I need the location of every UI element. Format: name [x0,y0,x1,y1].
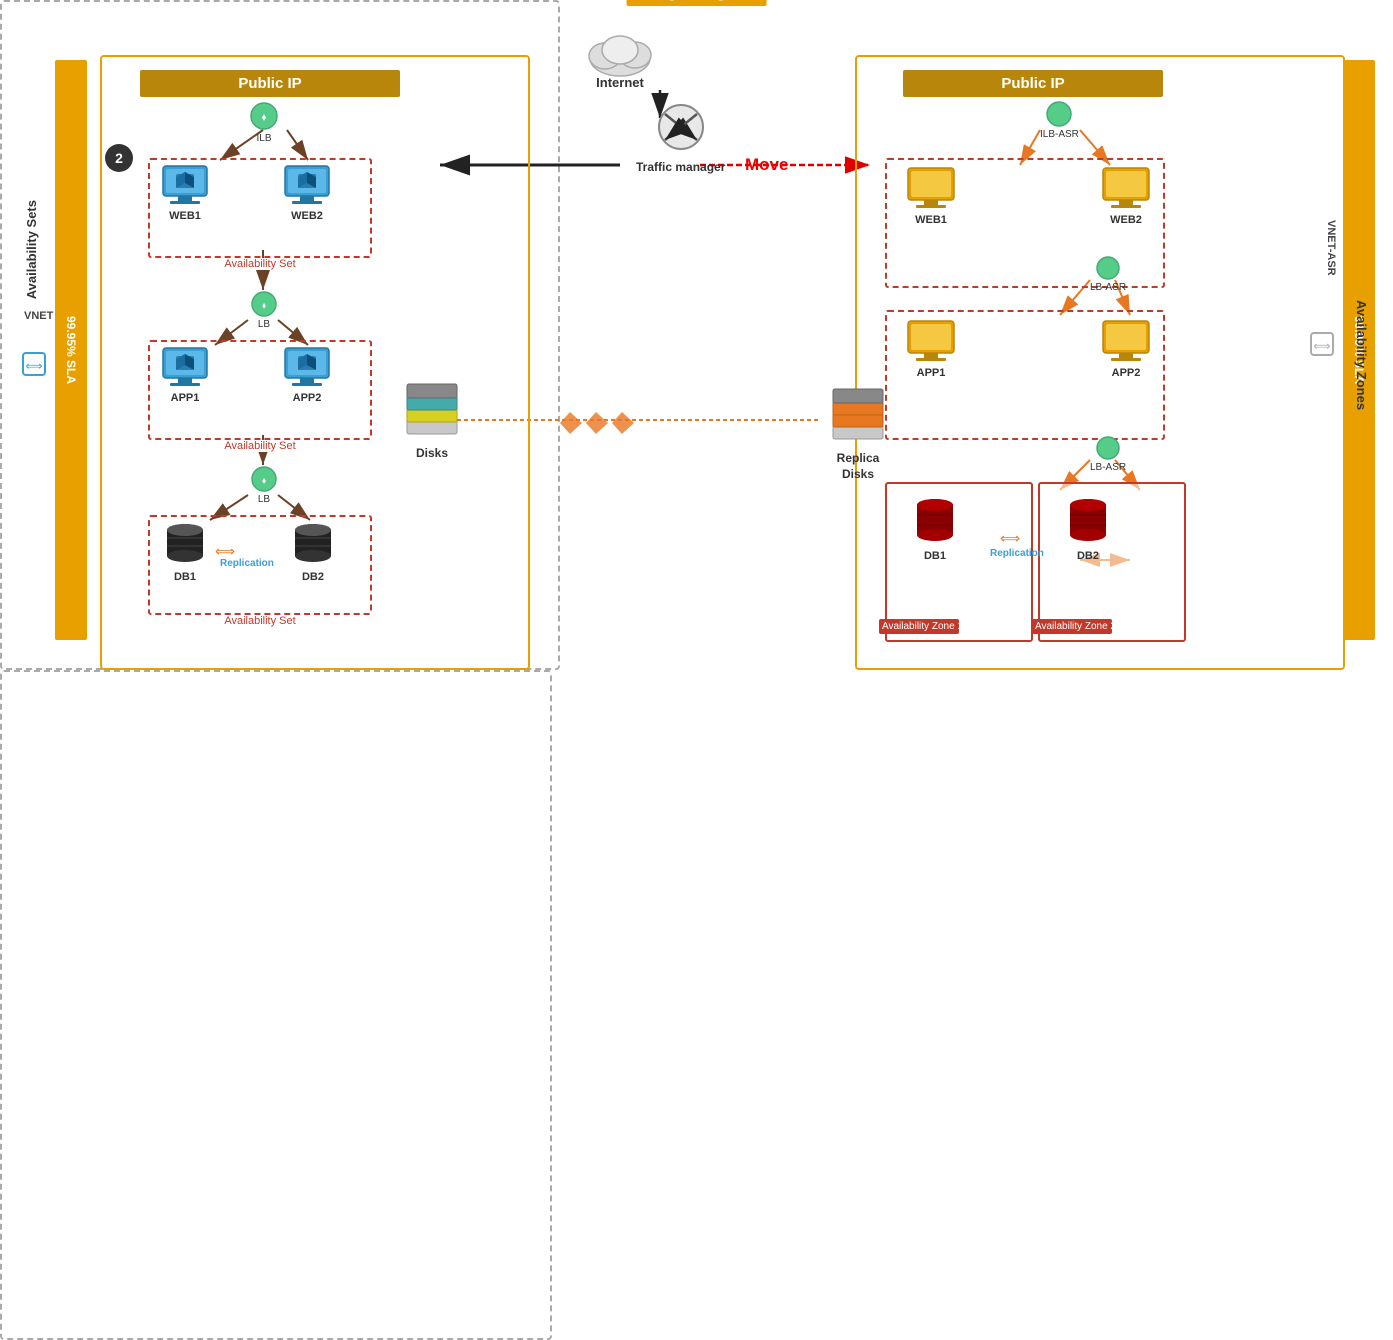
source-avail-sets-label: Availability Sets [24,200,39,299]
source-db1-node: DB1 [162,520,208,583]
target-avail-zones-label: Availability Zones [1354,300,1369,410]
svg-text:⬧: ⬧ [261,476,266,485]
target-replication-arrows: ⟺ [1000,530,1020,547]
source-lb2-label: LB [245,494,283,505]
replica-disks: ReplicaDisks [828,385,888,482]
source-public-ip-bar: Public IP [140,70,400,97]
traffic-manager-group: Traffic manager [636,100,725,174]
target-web2-label: WEB2 [1100,214,1152,226]
source-web-avail-set-label: Availability Set [221,258,298,270]
replica-disks-label: ReplicaDisks [828,451,888,482]
target-lb-asr-app-badge: LB-ASR [1090,435,1126,473]
target-app2-label: APP2 [1100,367,1152,379]
target-app1-node: APP1 [905,318,957,379]
target-avail-zone-1-label: Availability Zone 1 [879,619,959,634]
target-vnet-asr-label: VNET-ASR [1325,220,1337,276]
target-replication-label: Replication [990,548,1044,559]
target-app1-label: APP1 [905,367,957,379]
source-web2-node: WEB2 [282,163,332,222]
target-web1-label: WEB1 [905,214,957,226]
source-lb1-badge: ⬧ LB [245,290,283,330]
target-db2-label: DB2 [1065,550,1111,562]
source-web1-node: WEB1 [160,163,210,222]
source-vnet-label: VNET [24,310,53,322]
replication-chevrons [560,412,634,434]
source-db2-node: DB2 [290,520,336,583]
target-public-ip-bar: Public IP [903,70,1163,97]
diagram-container: Source Region Public IP 2 ⬧ ILB Availabi… [0,0,1393,727]
target-avail-zone-2-label: Availability Zone 2 [1032,619,1112,634]
source-app2-node: APP2 [282,345,332,404]
svg-text:⟺: ⟺ [25,359,42,373]
target-lb-asr-web-label: LB-ASR [1090,282,1126,293]
target-ilb-asr-badge: ILB-ASR [1040,100,1079,140]
source-db-avail-set-label: Availability Set [221,615,298,627]
number-circle: 2 [105,144,133,172]
traffic-manager-label: Traffic manager [636,160,725,174]
source-db1-label: DB1 [162,571,208,583]
source-web1-label: WEB1 [160,210,210,222]
target-lb-asr-app-label: LB-ASR [1090,462,1126,473]
move-label: Move [745,155,788,175]
source-vnet-icon: ⟺ [20,350,48,383]
source-disks-label: Disks [402,446,462,460]
target-ilb-asr-label: ILB-ASR [1040,129,1079,140]
target-avail-zone-1: Availability Zone 1 [885,482,1033,642]
target-db1-node: DB1 [912,495,958,562]
source-replication-label: Replication [220,558,274,569]
svg-text:⟺: ⟺ [1313,339,1330,353]
source-app-avail-set-label: Availability Set [221,440,298,452]
target-avail-zone-2: Availability Zone 2 [1038,482,1186,642]
source-sla-bar: 99.95% SLA [55,60,87,640]
target-web1-node: WEB1 [905,165,957,226]
target-lb-asr-web-badge: LB-ASR [1090,255,1126,293]
target-web2-node: WEB2 [1100,165,1152,226]
source-app2-label: APP2 [282,392,332,404]
target-app2-node: APP2 [1100,318,1152,379]
source-disks: Disks [402,380,462,460]
source-db2-label: DB2 [290,571,336,583]
source-lb1-label: LB [245,319,283,330]
target-db2-node: DB2 [1065,495,1111,562]
source-web2-label: WEB2 [282,210,332,222]
svg-text:⬧: ⬧ [261,301,266,310]
target-db1-label: DB1 [912,550,958,562]
source-ilb-label: ILB [245,133,283,144]
source-lb2-badge: ⬧ LB [245,465,283,505]
target-vnet-asr-icon: ⟺ [1308,330,1336,363]
source-app1-node: APP1 [160,345,210,404]
source-ilb-badge: ⬧ ILB [245,100,283,144]
source-app1-label: APP1 [160,392,210,404]
target-region-label: Target Region [629,0,763,6]
internet-icon-group: Internet [580,28,660,90]
target-outer-box: Target Region [0,670,552,1340]
